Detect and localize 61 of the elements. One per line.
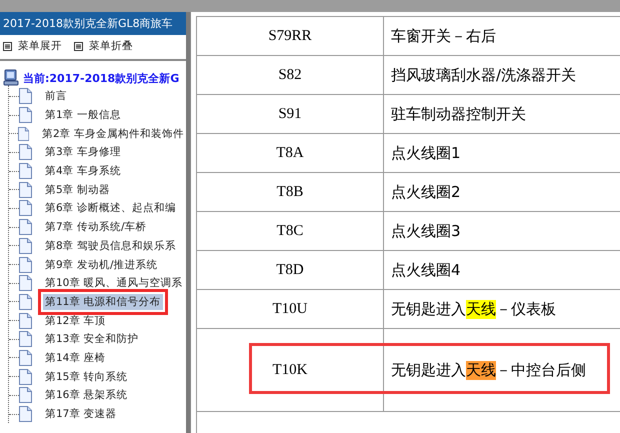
table-cell-text: 车窗开关－右后	[390, 26, 496, 46]
table-cell: T8B	[197, 173, 384, 211]
table-cell-text: 点火线圈2	[390, 182, 461, 202]
table-cell-text: 驻车制动器控制开关	[390, 104, 526, 124]
document-icon	[19, 294, 32, 310]
tree-item[interactable]: 第5章 制动器	[43, 182, 112, 198]
document-icon	[19, 406, 32, 422]
list-icon	[3, 42, 12, 50]
computer-icon	[3, 69, 19, 87]
table-cell: S82	[197, 56, 384, 94]
tree-item[interactable]: 第10章 暖风、通风与空调系	[43, 275, 185, 292]
tree-item[interactable]: 第6章 诊断概述、起点和编	[43, 200, 178, 216]
document-icon	[19, 238, 32, 254]
table-cell: T8A	[197, 134, 384, 172]
document-icon	[19, 331, 32, 348]
document-icon	[19, 219, 32, 236]
table-cell-text: 点火线圈4	[390, 260, 461, 280]
table-cell: T10U	[197, 290, 384, 328]
document-icon	[19, 107, 32, 124]
table-cell: T8D	[197, 251, 384, 289]
tree-item[interactable]: 第16章 悬架系统	[43, 387, 130, 404]
table-cell: T8C	[197, 212, 384, 250]
document-icon	[19, 256, 32, 273]
tree-item[interactable]: 第13章 安全和防护	[43, 331, 141, 348]
document-icon	[19, 182, 32, 198]
tree-item[interactable]: 第7章 传动系统/车桥	[43, 219, 149, 236]
document-icon	[19, 163, 32, 180]
document-icon	[19, 200, 32, 216]
table-cell-text: 点火线圈1	[390, 142, 461, 164]
table-cell-text: 挡风玻璃刮水器/洗涤器开关	[390, 64, 576, 86]
tree-item[interactable]: 第12章 车顶	[43, 312, 108, 329]
table-cell-text: 无钥匙进入天线－仪表板	[390, 298, 556, 320]
tree-item[interactable]: 第2章 车身金属构件和装饰件	[40, 126, 186, 142]
table-cell-text: 点火线圈3	[390, 220, 461, 242]
table-cell: S91	[197, 95, 384, 133]
tree-item[interactable]: 第15章 转向系统	[43, 368, 130, 385]
document-icon	[18, 126, 29, 142]
menu-button[interactable]: 菜单展开	[3, 39, 62, 53]
document-icon	[19, 350, 32, 366]
document-icon	[19, 312, 32, 329]
tree-item[interactable]: 第4章 车身系统	[43, 163, 124, 180]
table-cell: T10K	[197, 329, 384, 411]
tree-root-label[interactable]: 当前:2017-2018款别克全新G	[23, 70, 180, 86]
tree-item[interactable]: 第9章 发动机/推进系统	[43, 256, 160, 273]
document-icon	[19, 88, 32, 104]
tree-item[interactable]: 第3章 车身修理	[43, 144, 124, 160]
tree-item[interactable]: 第14章 座椅	[43, 350, 108, 366]
sidebar-title: 2017-2018款别克全新GL8商旅车	[0, 12, 186, 35]
document-icon	[19, 275, 32, 292]
document-icon	[19, 144, 32, 160]
table-cell-text: 无钥匙进入天线－中控台后侧	[390, 360, 586, 382]
menu-button[interactable]: 菜单折叠	[74, 39, 133, 53]
tree-item[interactable]: 前言	[43, 88, 69, 104]
tree-item[interactable]: 第1章 一般信息	[43, 107, 124, 124]
document-icon	[19, 387, 32, 404]
document-icon	[19, 368, 32, 385]
table-cell: S79RR	[197, 17, 384, 55]
tree-item[interactable]: 第8章 驾驶员信息和娱乐系	[43, 238, 178, 254]
tree-item[interactable]: 第11章 电源和信号分布	[43, 294, 163, 310]
tree-item[interactable]: 第17章 变速器	[43, 406, 119, 422]
list-icon	[74, 42, 83, 50]
